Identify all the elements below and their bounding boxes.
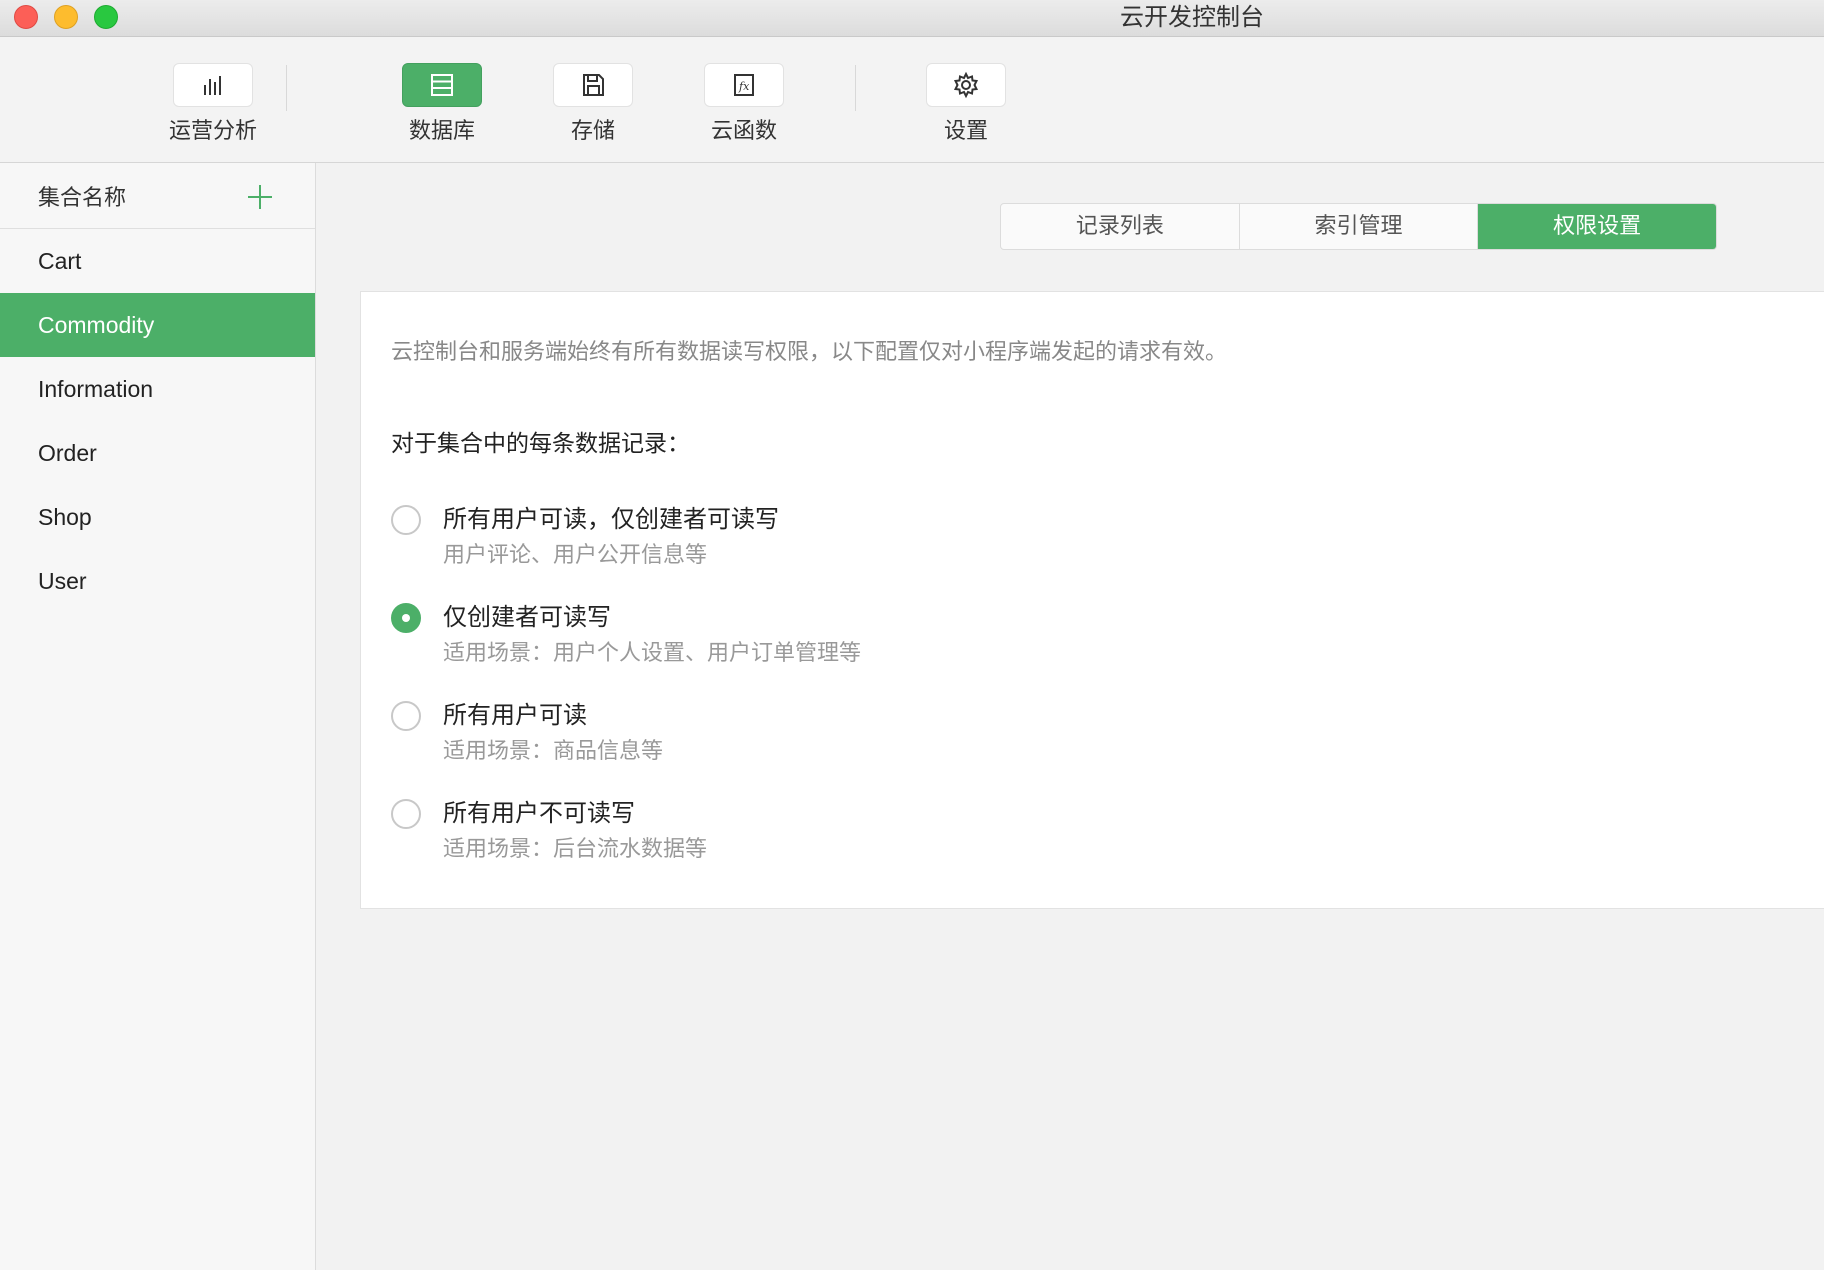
radio-button[interactable] xyxy=(391,701,421,731)
sidebar-item-user[interactable]: User xyxy=(0,549,315,613)
sidebar-title: 集合名称 xyxy=(38,186,127,211)
storage-icon xyxy=(553,63,633,107)
option-label: 所有用户可读 xyxy=(443,701,587,729)
cloud-function-icon: fx xyxy=(704,63,784,107)
tab-records[interactable]: 记录列表 xyxy=(1001,204,1240,249)
sidebar-item-order[interactable]: Order xyxy=(0,421,315,485)
toolbar-item-database[interactable]: 数据库 xyxy=(387,63,497,147)
collection-tabs: 记录列表 索引管理 权限设置 xyxy=(1000,203,1717,250)
svg-text:fx: fx xyxy=(738,80,750,93)
database-icon xyxy=(402,63,482,107)
toolbar-item-label: 云函数 xyxy=(710,119,777,144)
option-description: 适用场景：商品信息等 xyxy=(443,739,664,764)
permissions-notice: 云控制台和服务端始终有所有数据读写权限，以下配置仅对小程序端发起的请求有效。 xyxy=(391,340,1228,365)
option-description: 适用场景：用户个人设置、用户订单管理等 xyxy=(443,641,862,666)
toolbar-item-label: 运营分析 xyxy=(168,119,257,144)
radio-button[interactable] xyxy=(391,505,421,535)
sidebar-header: 集合名称 xyxy=(0,163,315,229)
tab-indexes[interactable]: 索引管理 xyxy=(1240,204,1479,249)
sidebar-item-commodity[interactable]: Commodity xyxy=(0,293,315,357)
sidebar-item-cart[interactable]: Cart xyxy=(0,229,315,293)
toolbar-item-label: 存储 xyxy=(570,119,615,144)
sidebar-item-shop[interactable]: Shop xyxy=(0,485,315,549)
tab-permissions[interactable]: 权限设置 xyxy=(1478,204,1716,249)
permissions-question: 对于集合中的每条数据记录： xyxy=(391,431,690,457)
option-description: 适用场景：后台流水数据等 xyxy=(443,837,708,862)
toolbar-item-label: 设置 xyxy=(943,119,988,144)
toolbar-divider xyxy=(286,65,287,111)
collections-sidebar: 集合名称 Cart Commodity Information Order Sh… xyxy=(0,163,316,1270)
toolbar-item-settings[interactable]: 设置 xyxy=(911,63,1021,147)
radio-button[interactable] xyxy=(391,799,421,829)
window-title: 云开发控制台 xyxy=(1120,3,1264,31)
sidebar-item-information[interactable]: Information xyxy=(0,357,315,421)
permissions-panel: 云控制台和服务端始终有所有数据读写权限，以下配置仅对小程序端发起的请求有效。 对… xyxy=(360,291,1824,909)
plus-icon[interactable] xyxy=(246,183,274,211)
toolbar-item-storage[interactable]: 存储 xyxy=(538,63,648,147)
gear-icon xyxy=(926,63,1006,107)
toolbar-item-analytics[interactable]: 运营分析 xyxy=(158,63,268,147)
option-description: 用户评论、用户公开信息等 xyxy=(443,543,708,568)
option-label: 仅创建者可读写 xyxy=(443,603,611,631)
title-bar: 云开发控制台 xyxy=(0,0,1824,37)
main-toolbar: 运营分析 数据库 存储 fx 云函数 设置 xyxy=(0,37,1824,163)
bar-chart-icon xyxy=(173,63,253,107)
radio-button[interactable] xyxy=(391,603,421,633)
toolbar-item-label: 数据库 xyxy=(408,119,475,144)
toolbar-item-cloud-functions[interactable]: fx 云函数 xyxy=(689,63,799,147)
option-label: 所有用户可读，仅创建者可读写 xyxy=(443,505,779,533)
toolbar-divider xyxy=(855,65,856,111)
option-label: 所有用户不可读写 xyxy=(443,799,635,827)
